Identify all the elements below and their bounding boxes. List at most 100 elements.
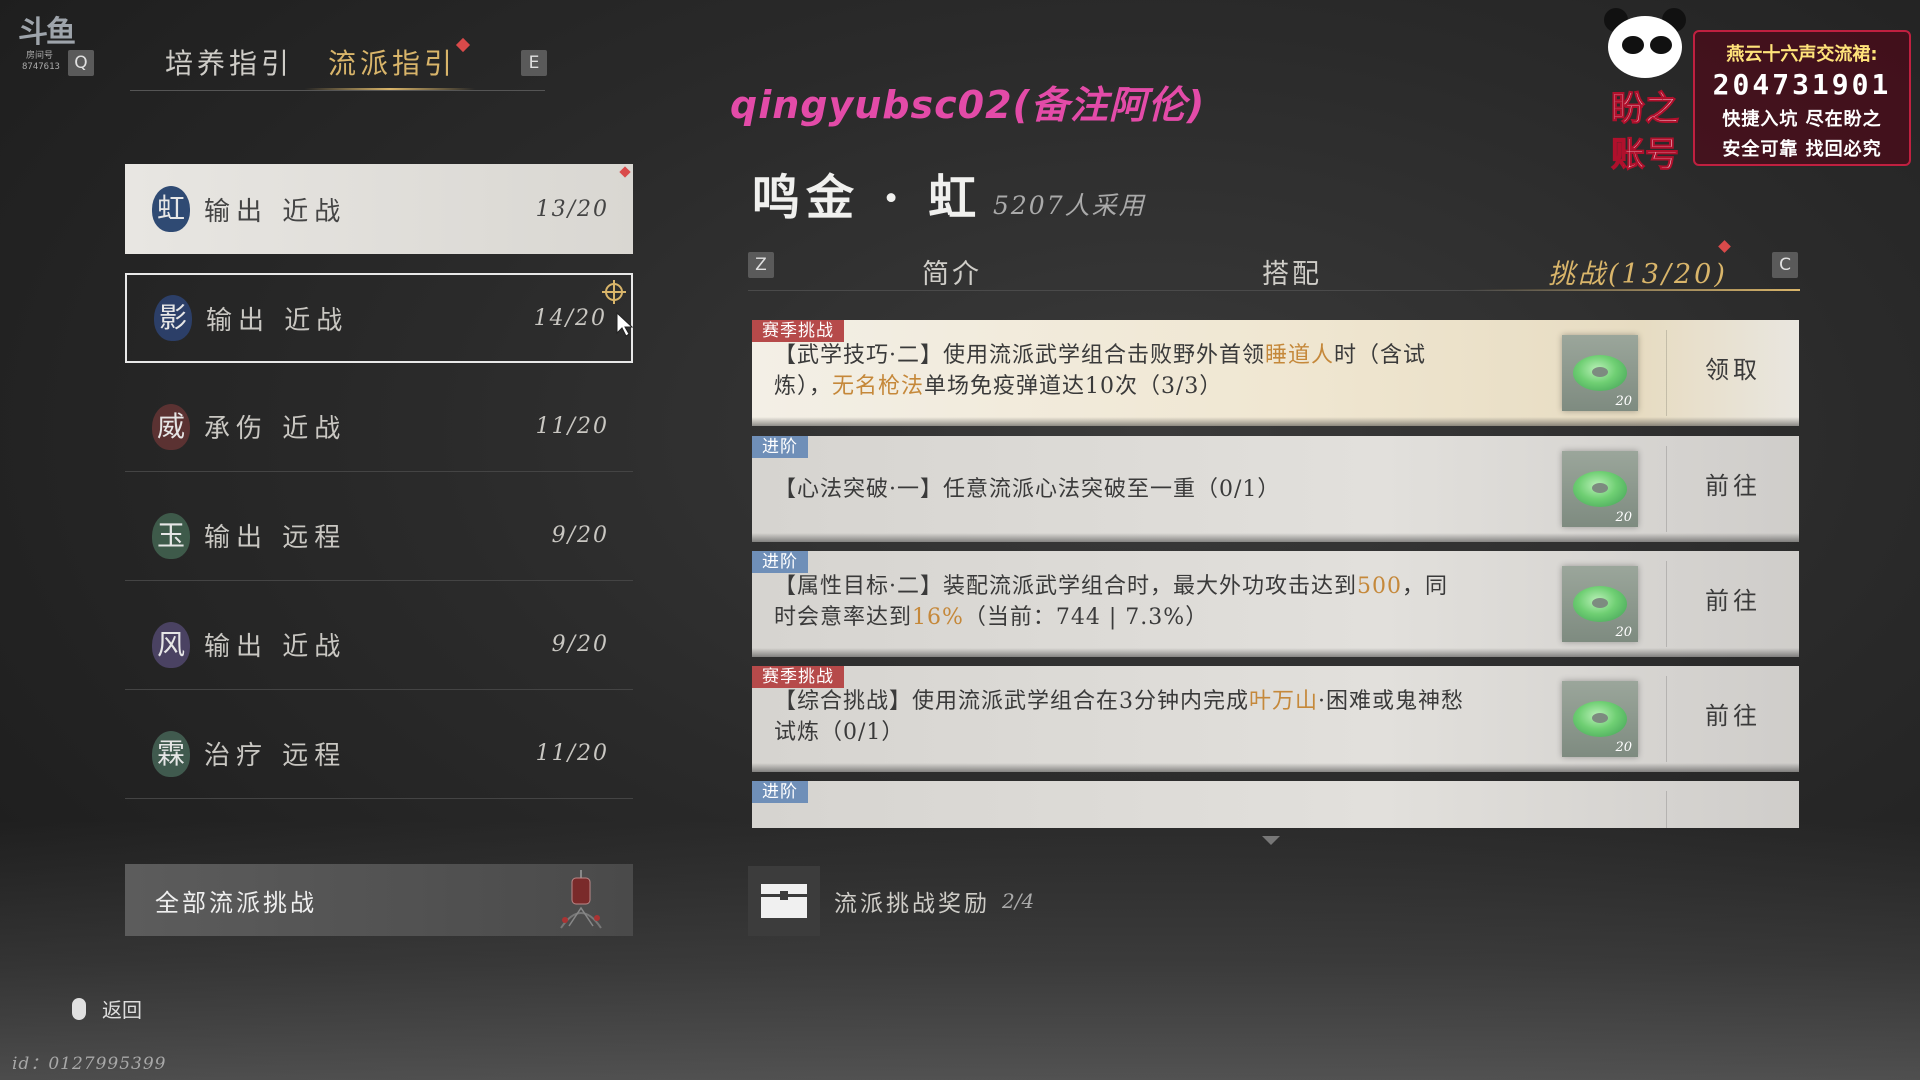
school-item-hong[interactable]: 虹 输出 近战 13/20 xyxy=(125,164,633,254)
all-school-challenges-button[interactable]: 全部流派挑战 xyxy=(125,864,633,936)
school-seal-icon: 影 xyxy=(154,295,192,341)
jade-ring-icon xyxy=(1573,471,1627,507)
rewards-progress: 2/4 xyxy=(1002,889,1035,913)
background-fog xyxy=(0,820,1920,1080)
active-sub-tab-underline xyxy=(1470,289,1800,291)
reward-quantity: 20 xyxy=(1615,394,1632,409)
challenge-badge: 赛季挑战 xyxy=(752,666,844,688)
challenge-description: 【武学技巧·二】使用流派武学组合击败野外首领睡道人时（含试炼），无名枪法单场免疫… xyxy=(774,340,1464,402)
school-progress: 9/20 xyxy=(551,523,609,548)
description-text: 单场免疫弹道达10次（3/3） xyxy=(924,374,1223,399)
mouse-icon xyxy=(72,997,86,1020)
scroll-down-icon[interactable] xyxy=(1262,836,1280,845)
school-label: 输出 近战 xyxy=(206,305,349,336)
highlighted-term: 16% xyxy=(912,605,964,630)
school-seal-icon: 霖 xyxy=(152,730,190,777)
challenge-item[interactable]: 进阶 【属性目标·二】装配流派武学组合时，最大外功攻击达到500，同时会意率达到… xyxy=(752,551,1799,657)
tab-challenges[interactable]: 挑战(13/20) xyxy=(1548,252,1728,291)
description-text: 【心法突破·一】任意流派心法突破至一重（0/1） xyxy=(774,477,1281,502)
challenge-description: 【属性目标·二】装配流派武学组合时，最大外功攻击达到500，同时会意率达到16%… xyxy=(774,571,1464,633)
reward-item[interactable]: 20 xyxy=(1562,566,1638,642)
school-item-ying[interactable]: 影 输出 近战 14/20 xyxy=(125,273,634,363)
reward-quantity: 20 xyxy=(1615,510,1632,525)
promo-name: 盼之账号 xyxy=(1611,89,1680,176)
go-button[interactable]: 前往 xyxy=(1667,551,1799,651)
jade-ring-icon xyxy=(1573,701,1627,737)
promo-line: 安全可靠 找回必究 xyxy=(1722,139,1882,160)
challenge-badge: 赛季挑战 xyxy=(752,320,844,342)
jade-ring-icon xyxy=(1573,355,1627,391)
users-count: 5207人采用 xyxy=(993,191,1146,220)
reward-quantity: 20 xyxy=(1615,625,1632,640)
school-progress: 11/20 xyxy=(535,741,609,766)
logo-tag: 房间号 xyxy=(26,51,54,61)
school-item-yu[interactable]: 玉 输出 远程 9/20 xyxy=(125,491,633,581)
school-progress: 11/20 xyxy=(535,414,609,439)
school-label: 治疗 远程 xyxy=(204,741,347,771)
key-hint-e[interactable]: E xyxy=(521,50,547,76)
panda-mascot-icon xyxy=(1600,8,1690,86)
highlighted-term: 叶万山 xyxy=(1249,689,1319,714)
promo-line: 燕云十六声交流裙: xyxy=(1726,44,1878,65)
school-label: 输出 近战 xyxy=(204,196,347,227)
school-challenge-rewards[interactable]: 流派挑战奖励 2/4 xyxy=(748,866,1034,936)
challenge-list[interactable]: 赛季挑战 【武学技巧·二】使用流派武学组合击败野外首领睡道人时（含试炼），无名枪… xyxy=(752,320,1799,828)
notification-dot xyxy=(455,37,471,53)
reward-item[interactable]: 20 xyxy=(1562,451,1638,527)
reward-quantity: 20 xyxy=(1615,740,1632,755)
tab-cultivation-guide[interactable]: 培养指引 xyxy=(165,42,293,82)
key-hint-q[interactable]: Q xyxy=(68,50,94,76)
description-text: （当前：744 | 7.3%） xyxy=(963,605,1209,630)
go-button[interactable]: 前往 xyxy=(1667,666,1799,766)
streamer-watermark: qingyubsc02(备注阿伦) xyxy=(730,83,1206,127)
school-label: 输出 远程 xyxy=(204,523,347,553)
school-label: 输出 近战 xyxy=(204,632,347,662)
room-number: 8747613 xyxy=(22,62,60,72)
school-item-lin[interactable]: 霖 治疗 远程 11/20 xyxy=(125,709,633,799)
school-seal-icon: 玉 xyxy=(152,512,190,559)
divider xyxy=(1666,791,1667,828)
claim-button[interactable]: 领取 xyxy=(1667,320,1799,420)
highlighted-term: 无名枪法 xyxy=(832,374,925,399)
tab-school-guide[interactable]: 流派指引 xyxy=(328,42,456,82)
challenge-description: 【心法突破·一】任意流派心法突破至一重（0/1） xyxy=(774,474,1464,505)
school-seal-icon: 威 xyxy=(152,403,190,450)
school-item-wei[interactable]: 威 承伤 近战 11/20 xyxy=(125,382,633,472)
promo-banner: 燕云十六声交流裙: 204731901 快捷入坑 尽在盼之 安全可靠 找回必究 xyxy=(1693,30,1911,166)
go-button[interactable]: 前往 xyxy=(1667,436,1799,536)
tab-introduction[interactable]: 简介 xyxy=(922,252,982,291)
jade-ring-icon xyxy=(1573,586,1627,622)
challenge-item[interactable]: 赛季挑战 【综合挑战】使用流派武学组合在3分钟内完成叶万山·困难或鬼神愁试炼（0… xyxy=(752,666,1799,772)
description-text: 【武学技巧·二】使用流派武学组合击败野外首领 xyxy=(774,343,1265,368)
back-button[interactable]: 返回 xyxy=(72,994,142,1023)
challenge-item[interactable]: 进阶 【心法突破·一】任意流派心法突破至一重（0/1） 20 前往 xyxy=(752,436,1799,542)
challenge-item[interactable]: 赛季挑战 【武学技巧·二】使用流派武学组合击败野外首领睡道人时（含试炼），无名枪… xyxy=(752,320,1799,426)
school-progress: 9/20 xyxy=(551,632,609,657)
player-id: id：0127995399 xyxy=(12,1054,167,1074)
reward-item[interactable]: 20 xyxy=(1562,681,1638,757)
notification-dot xyxy=(619,166,631,178)
school-progress: 13/20 xyxy=(535,196,609,222)
chest-icon xyxy=(748,866,820,936)
challenge-badge: 进阶 xyxy=(752,436,808,458)
active-tab-underline xyxy=(305,88,475,90)
key-hint-c[interactable]: C xyxy=(1772,252,1798,278)
reward-item[interactable]: 20 xyxy=(1562,335,1638,411)
all-challenges-label: 全部流派挑战 xyxy=(155,888,317,917)
mouse-cursor-icon xyxy=(616,311,634,337)
challenge-badge: 进阶 xyxy=(752,781,808,803)
challenge-item[interactable]: 进阶 xyxy=(752,781,1799,828)
back-label: 返回 xyxy=(102,998,142,1022)
school-progress: 14/20 xyxy=(533,305,607,331)
rewards-label: 流派挑战奖励 xyxy=(834,891,990,917)
lantern-icon xyxy=(560,870,602,929)
promo-number: 204731901 xyxy=(1712,68,1892,101)
logo-mark: 斗鱼 xyxy=(18,15,76,50)
key-hint-z[interactable]: Z xyxy=(748,252,774,278)
school-item-feng[interactable]: 风 输出 近战 9/20 xyxy=(125,600,633,690)
school-title: 鸣金 · 虹 xyxy=(752,170,983,226)
tab-loadout[interactable]: 搭配 xyxy=(1262,252,1322,291)
target-icon xyxy=(602,280,626,304)
highlighted-term: 睡道人 xyxy=(1265,343,1335,368)
description-text: 【综合挑战】使用流派武学组合在3分钟内完成 xyxy=(774,689,1249,714)
